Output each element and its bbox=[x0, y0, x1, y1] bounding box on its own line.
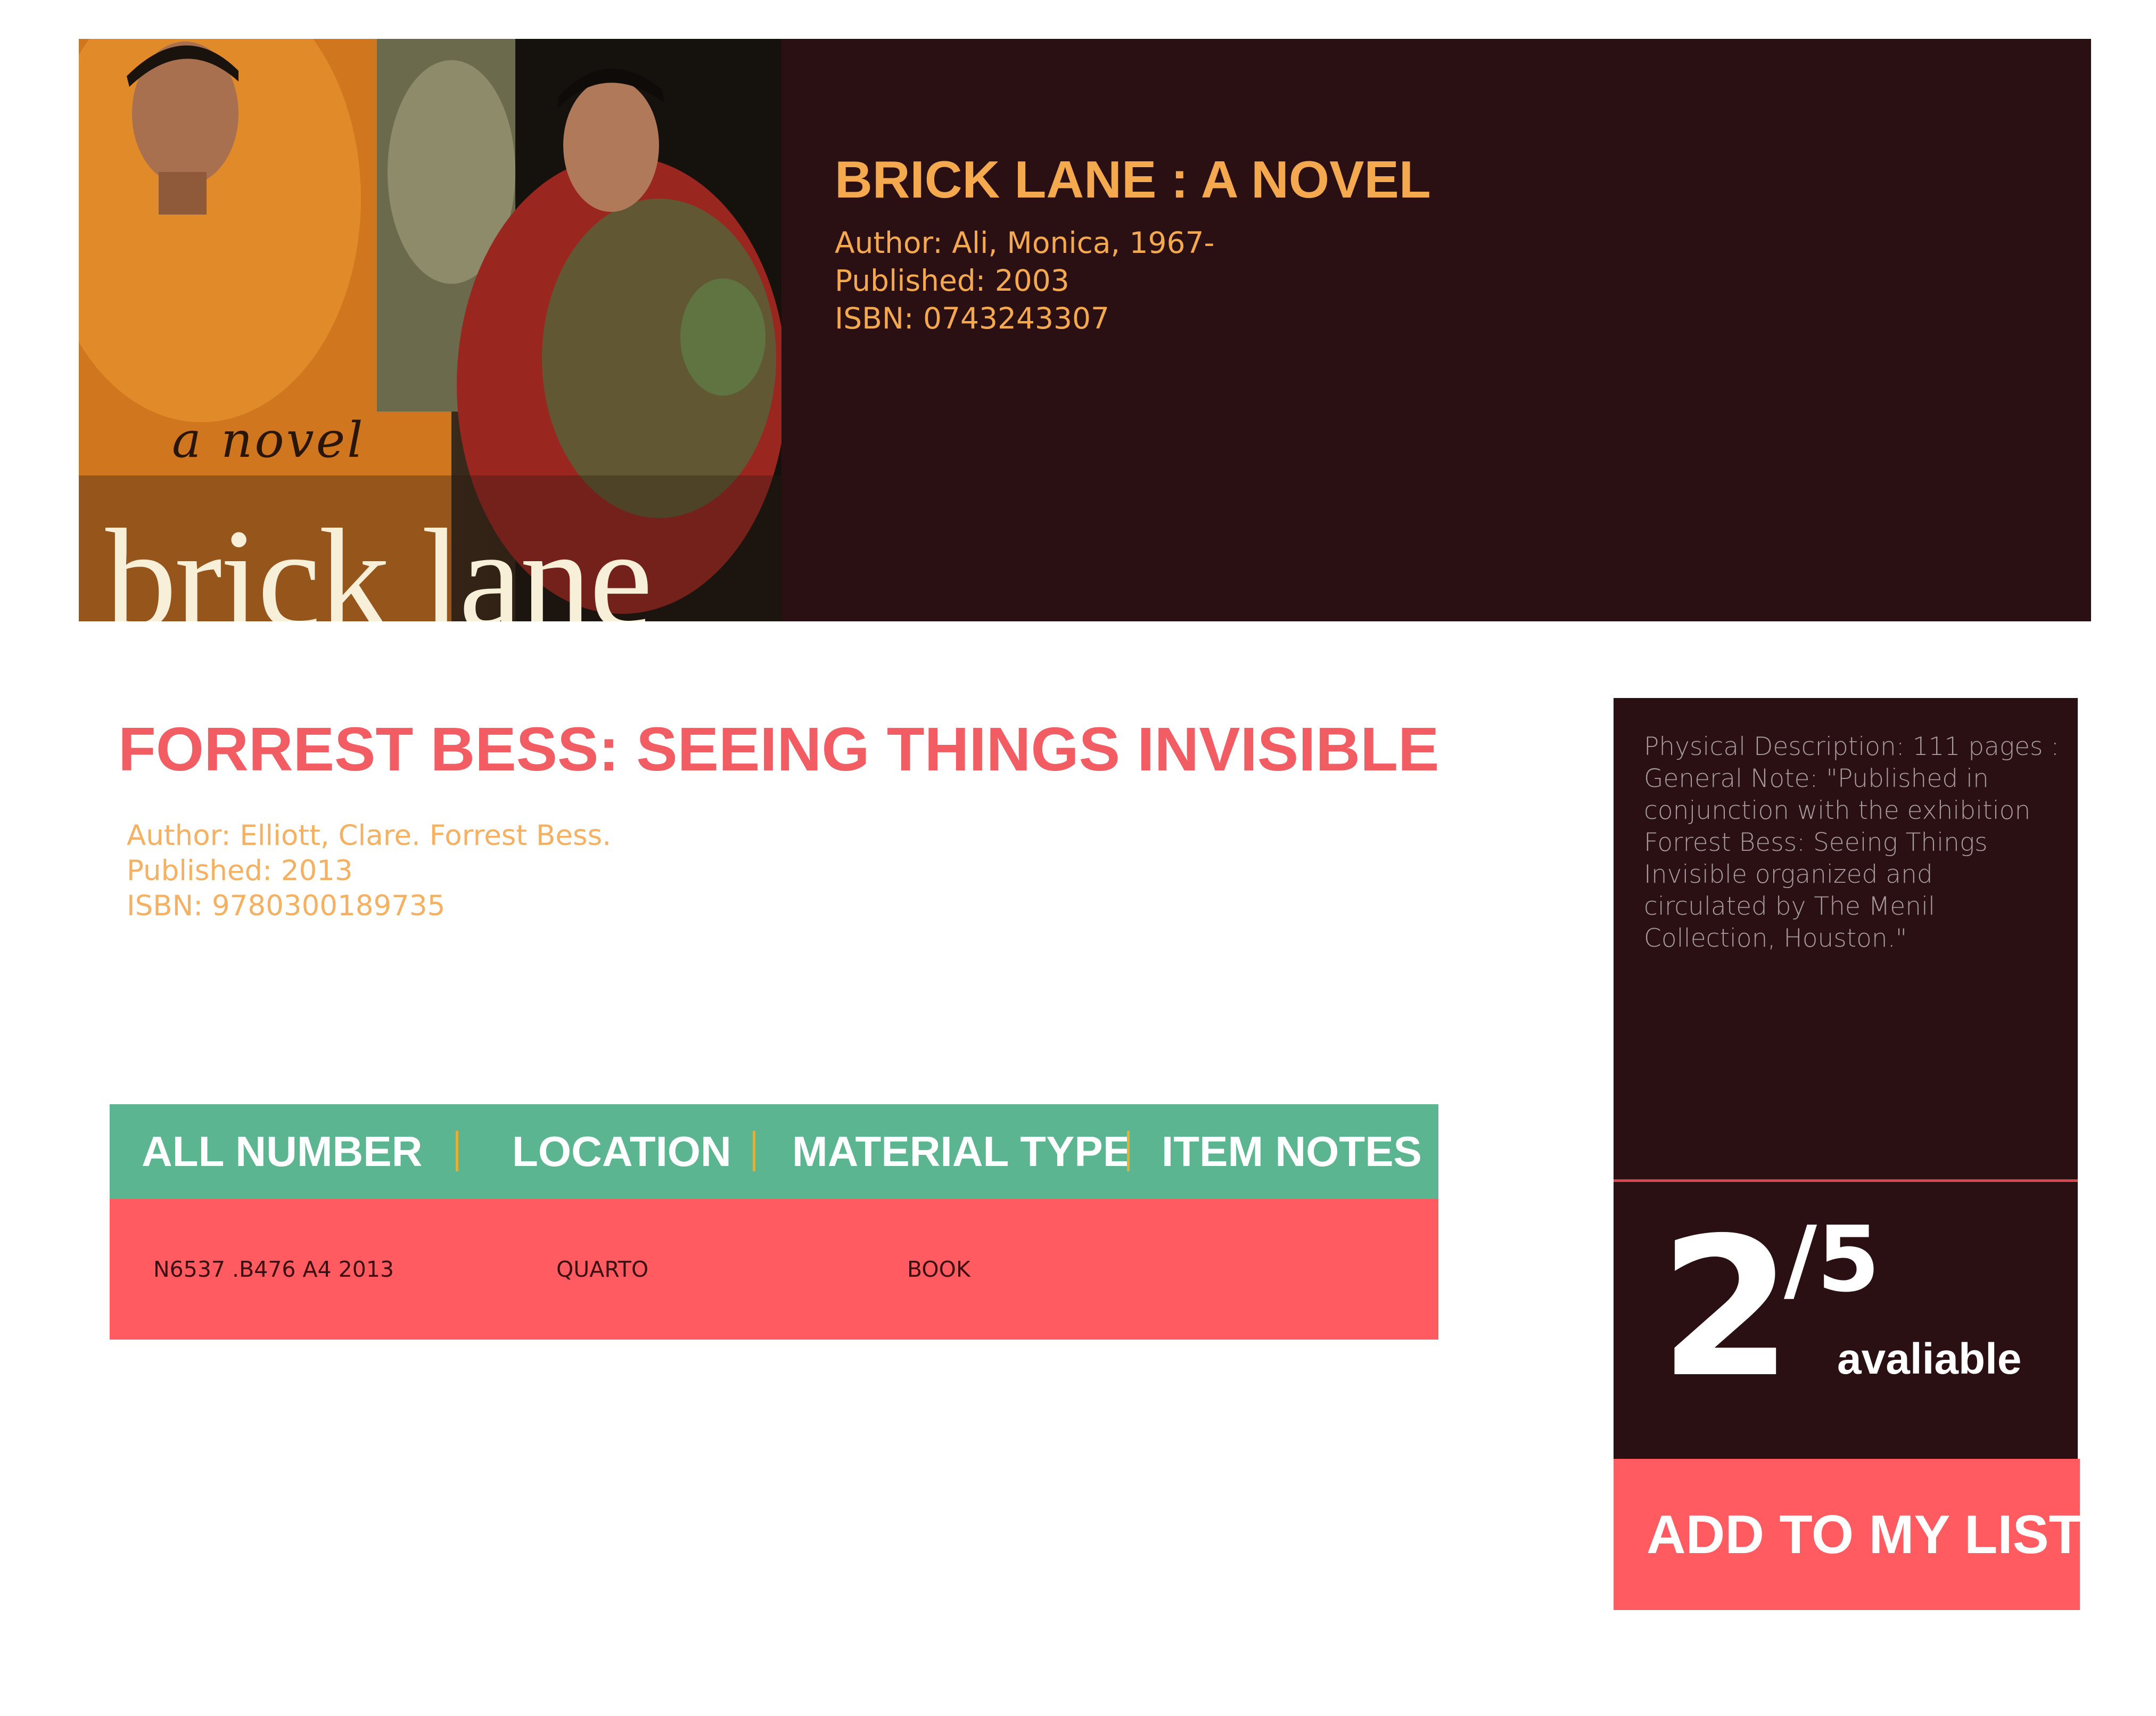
cover-title-text: brick lane bbox=[105, 499, 653, 622]
column-header-item-notes: ITEM NOTES bbox=[1162, 1128, 1422, 1175]
featured-isbn: ISBN: 0743243307 bbox=[835, 301, 1109, 335]
holdings-table-header: ALL NUMBER LOCATION MATERIAL TYPE ITEM N… bbox=[110, 1104, 1438, 1199]
notes-line: Forrest Bess: Seeing Things bbox=[1644, 828, 1988, 857]
notes-line: Invisible organized and bbox=[1644, 860, 1933, 889]
column-header-location: LOCATION bbox=[512, 1128, 731, 1175]
notes-line: Physical Description: 111 pages : bbox=[1644, 732, 2060, 761]
cover-subtitle-text: a novel bbox=[172, 412, 365, 469]
record-notes: Physical Description: 111 pages : Genera… bbox=[1644, 731, 2064, 955]
availability-label: avaliable bbox=[1837, 1335, 2022, 1383]
column-separator bbox=[456, 1131, 458, 1171]
record-title: FORREST BESS: SEEING THINGS INVISIBLE bbox=[118, 715, 1439, 784]
notes-line: Collection, Houston." bbox=[1644, 924, 1907, 953]
column-separator bbox=[1127, 1131, 1130, 1171]
column-header-material-type: MATERIAL TYPE bbox=[792, 1128, 1132, 1175]
cell-material-type: BOOK bbox=[907, 1257, 970, 1282]
record-author: Author: Elliott, Clare. Forrest Bess. bbox=[127, 819, 612, 852]
record-published: Published: 2013 bbox=[127, 855, 353, 887]
featured-published: Published: 2003 bbox=[835, 264, 1069, 298]
featured-author: Author: Ali, Monica, 1967- bbox=[835, 226, 1215, 260]
column-separator bbox=[753, 1131, 755, 1171]
notes-line: circulated by The Menil bbox=[1644, 892, 1936, 921]
add-to-my-list-button[interactable]: ADD TO MY LIST bbox=[1614, 1459, 2082, 1610]
book-cover-image[interactable]: a novel brick lane bbox=[79, 39, 781, 621]
notes-line: conjunction with the exhibition bbox=[1644, 796, 2031, 825]
featured-book-title[interactable]: BRICK LANE : A NOVEL bbox=[835, 150, 1431, 210]
notes-line: General Note: "Published in bbox=[1644, 764, 1989, 793]
record-isbn: ISBN: 9780300189735 bbox=[127, 890, 446, 922]
featured-record-banner: a novel brick lane BRICK LANE : A NOVEL … bbox=[79, 39, 2091, 621]
featured-book-meta: Author: Ali, Monica, 1967- Published: 20… bbox=[835, 224, 1214, 338]
panel-divider bbox=[1614, 1179, 2078, 1182]
total-copies: /5 bbox=[1784, 1207, 1880, 1312]
column-header-call-number: ALL NUMBER bbox=[142, 1128, 423, 1175]
available-count: 2 bbox=[1659, 1196, 1793, 1419]
cell-location: QUARTO bbox=[556, 1257, 649, 1282]
cell-call-number: N6537 .B476 A4 2013 bbox=[153, 1257, 394, 1282]
record-meta: Author: Elliott, Clare. Forrest Bess. Pu… bbox=[127, 818, 611, 924]
record-details-panel: Physical Description: 111 pages : Genera… bbox=[1614, 698, 2078, 1461]
table-row[interactable]: N6537 .B476 A4 2013 QUARTO BOOK bbox=[110, 1199, 1438, 1340]
